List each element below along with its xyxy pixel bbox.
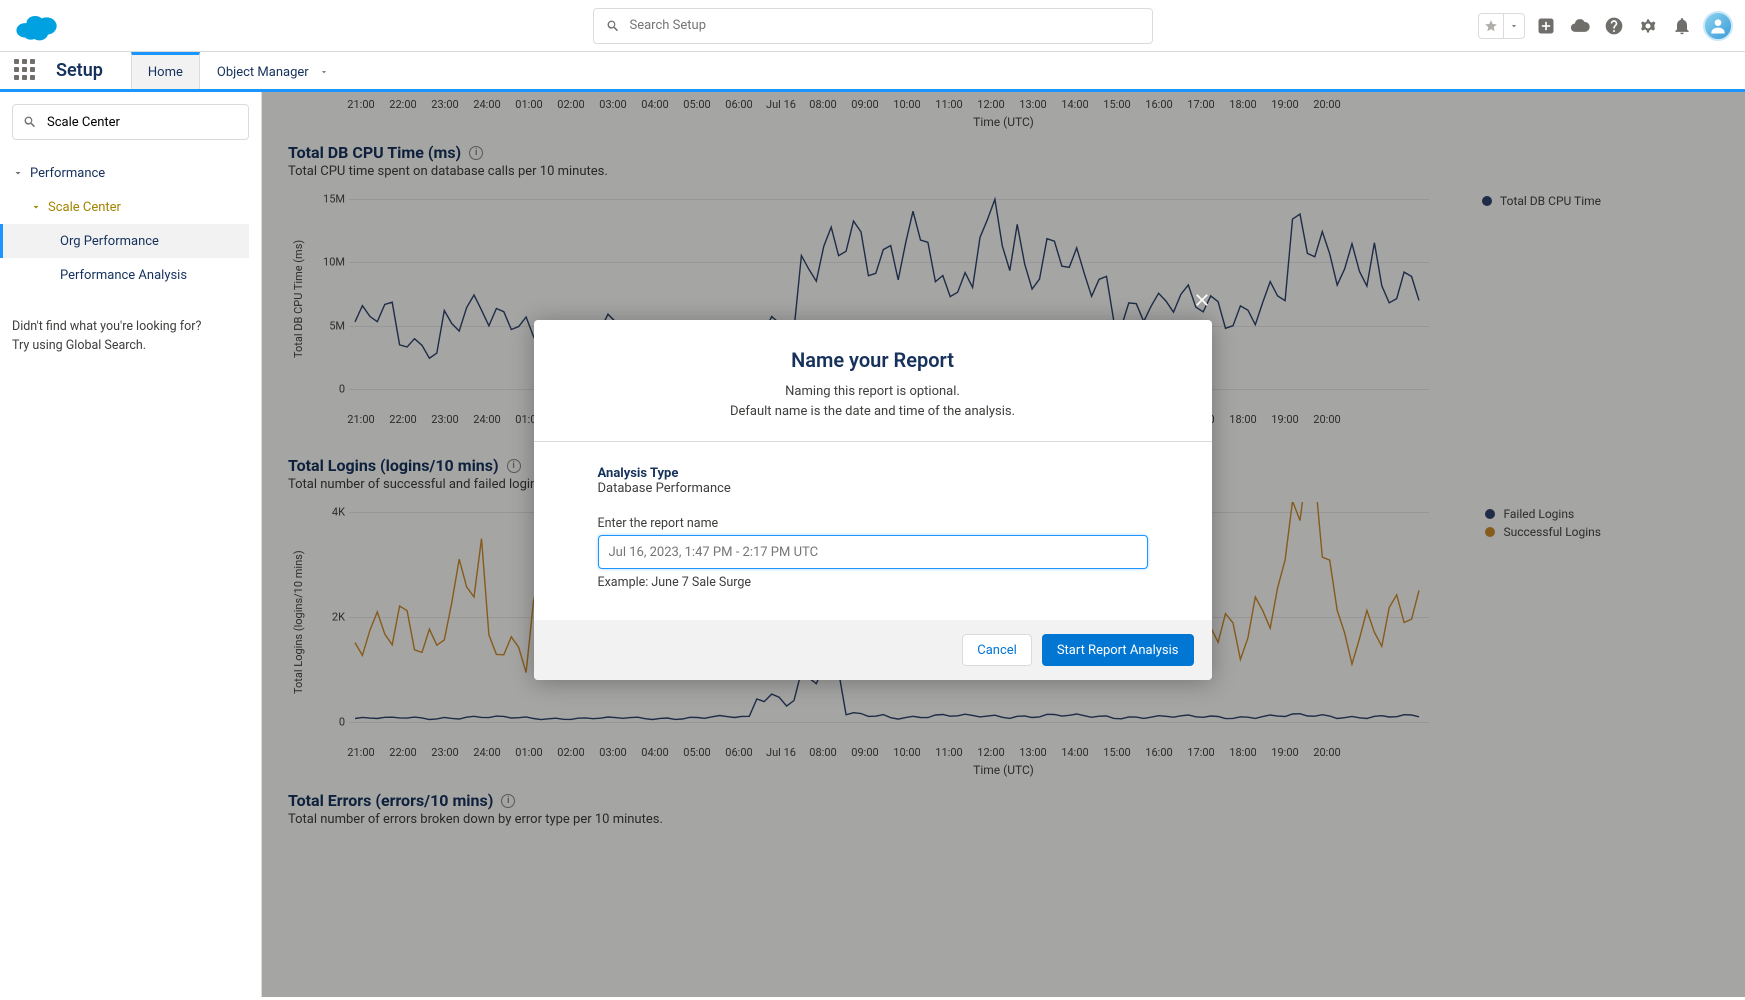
chevron-down-icon [12,167,24,179]
name-report-modal: Name your Report Naming this report is o… [534,320,1212,680]
sidebar-footer-line: Didn't find what you're looking for? [12,318,249,337]
gear-icon [1638,16,1658,36]
chevron-down-icon [30,201,42,213]
global-search-input[interactable] [630,18,1140,33]
modal-header: Name your Report Naming this report is o… [534,320,1212,442]
setup-gear-button[interactable] [1635,13,1661,39]
tab-object-manager-label: Object Manager [217,65,309,80]
app-launcher-icon[interactable] [14,59,38,83]
analysis-type-value: Database Performance [598,481,1148,496]
tree-label: Performance [30,166,105,181]
close-icon [1192,290,1212,310]
sidebar-footer: Didn't find what you're looking for? Try… [12,318,249,356]
modal-subtitle-line: Naming this report is optional. [566,382,1180,402]
help-button[interactable] [1601,13,1627,39]
chevron-down-icon [1509,21,1519,31]
app-name: Setup [56,60,103,81]
report-name-label: Enter the report name [598,516,1148,531]
bell-icon [1672,16,1692,36]
modal-footer: Cancel Start Report Analysis [534,620,1212,680]
tab-object-manager[interactable]: Object Manager [200,52,346,89]
sidebar-quickfind-input[interactable] [47,115,238,130]
tree-label: Org Performance [60,234,159,249]
report-name-example: Example: June 7 Sale Surge [598,575,1148,590]
plus-icon [1536,16,1556,36]
tree-label: Scale Center [48,200,121,215]
modal-subtitle-line: Default name is the date and time of the… [566,402,1180,422]
chevron-down-icon [319,67,329,77]
tree-item-org-performance[interactable]: Org Performance [0,224,249,258]
tree-label: Performance Analysis [60,268,187,283]
salesforce-logo [12,8,64,44]
star-icon [1484,19,1498,33]
user-avatar[interactable] [1703,11,1733,41]
header-actions [1478,11,1733,41]
global-header [0,0,1745,52]
cloud-icon [1570,16,1590,36]
create-button[interactable] [1533,13,1559,39]
notifications-button[interactable] [1669,13,1695,39]
sidebar-footer-line: Try using Global Search. [12,337,249,356]
modal-close-button[interactable] [1188,284,1216,320]
tree-item-performance-analysis[interactable]: Performance Analysis [12,258,249,292]
modal-body: Analysis Type Database Performance Enter… [534,442,1212,620]
cancel-button[interactable]: Cancel [962,634,1032,666]
start-report-analysis-button[interactable]: Start Report Analysis [1042,634,1194,666]
search-icon [23,115,37,129]
tab-home[interactable]: Home [131,52,200,89]
search-icon [606,19,620,33]
astro-icon [1708,16,1728,36]
tree-item-performance[interactable]: Performance [12,156,249,190]
context-bar: Setup Home Object Manager [0,52,1745,92]
sidebar-quickfind[interactable] [12,104,249,140]
modal-title: Name your Report [566,348,1180,372]
tree-item-scale-center[interactable]: Scale Center [12,190,249,224]
setup-sidebar: Performance Scale Center Org Performance… [0,92,262,997]
favorites-combo[interactable] [1478,13,1525,39]
global-search[interactable] [593,8,1153,44]
report-name-input[interactable] [598,535,1148,569]
question-icon [1604,16,1624,36]
salesforce-help-button[interactable] [1567,13,1593,39]
analysis-type-label: Analysis Type [598,466,1148,481]
